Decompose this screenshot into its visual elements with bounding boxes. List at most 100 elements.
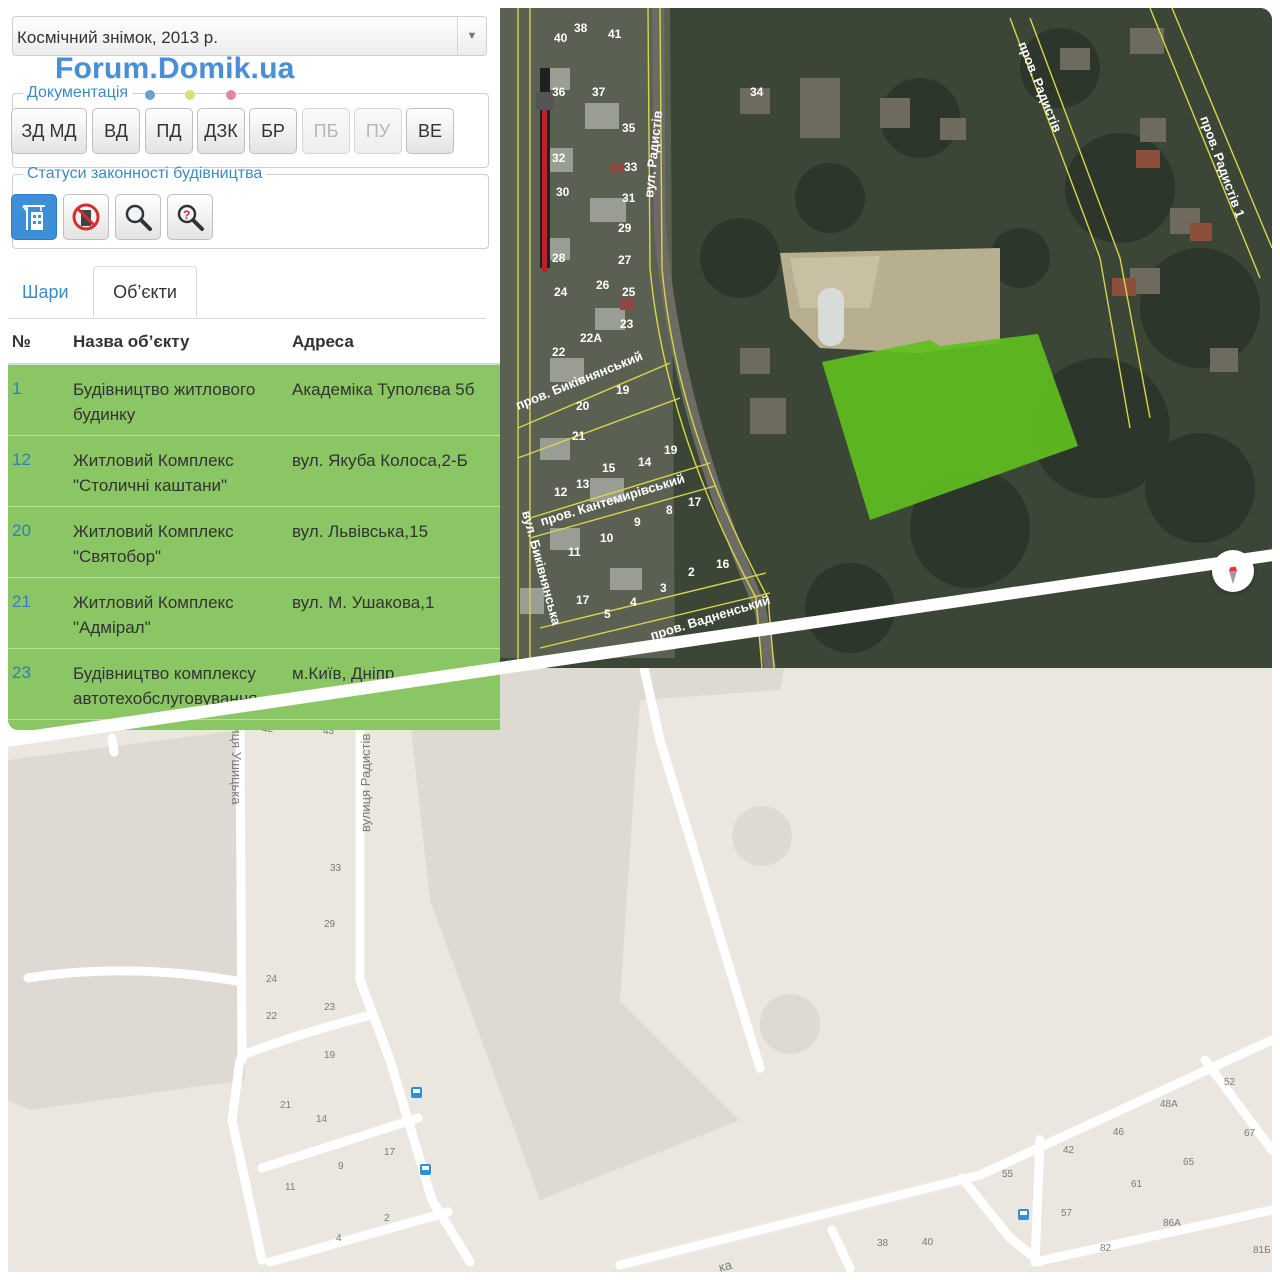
chevron-down-icon[interactable]: ▼ [457, 17, 486, 55]
bus-stop-icon[interactable] [411, 1087, 422, 1098]
status-button-inspection[interactable] [115, 194, 161, 240]
svg-text:86А: 86А [1163, 1218, 1181, 1229]
svg-text:17: 17 [384, 1147, 396, 1158]
svg-text:22: 22 [552, 345, 566, 359]
svg-text:9: 9 [634, 515, 641, 529]
svg-text:25: 25 [622, 285, 636, 299]
svg-text:15: 15 [602, 461, 616, 475]
crane-building-icon [22, 205, 45, 230]
svg-text:46: 46 [1113, 1127, 1125, 1138]
status-button-construction[interactable] [11, 194, 57, 240]
svg-text:4: 4 [336, 1233, 342, 1244]
svg-text:23: 23 [324, 1002, 336, 1013]
svg-text:22А: 22А [580, 331, 602, 345]
svg-text:21: 21 [572, 429, 586, 443]
doc-button-pu[interactable]: ПУ [354, 108, 402, 154]
svg-text:12: 12 [554, 485, 568, 499]
satellite-map[interactable]: вул. Радистів пров. Радистів пров. Радис… [500, 8, 1272, 668]
svg-text:61: 61 [1131, 1179, 1143, 1190]
statuses-legend: Статуси законності будівництва [27, 165, 263, 182]
tab-layers[interactable]: Шари [22, 266, 69, 318]
svg-text:14: 14 [638, 455, 652, 469]
svg-text:81Б: 81Б [1253, 1245, 1271, 1256]
svg-text:34: 34 [750, 85, 764, 99]
svg-text:41: 41 [608, 27, 622, 41]
col-header-num: № [12, 332, 31, 351]
svg-text:21: 21 [280, 1100, 292, 1111]
svg-text:9: 9 [338, 1161, 344, 1172]
status-button-prohibited[interactable] [63, 194, 109, 240]
svg-text:2: 2 [384, 1213, 390, 1224]
svg-text:14: 14 [316, 1114, 328, 1125]
layer-select[interactable]: Космічний знімок, 2013 р. ▼ [12, 16, 487, 56]
svg-text:10: 10 [600, 531, 614, 545]
magnifier-question-icon: ? [177, 204, 204, 231]
svg-text:82: 82 [1100, 1243, 1112, 1254]
doc-button-dzk[interactable]: ДЗК [197, 108, 245, 154]
svg-text:67: 67 [1244, 1128, 1256, 1139]
svg-text:?: ? [183, 208, 190, 222]
status-button-unknown[interactable]: ? [167, 194, 213, 240]
row-object-name: Житловий Комплекс "Святобор" [73, 522, 234, 566]
svg-text:32: 32 [552, 151, 566, 165]
svg-text:29: 29 [324, 919, 336, 930]
svg-text:2: 2 [688, 565, 695, 579]
doc-button-ve[interactable]: ВЕ [406, 108, 454, 154]
street-label-bottom: ка [717, 1257, 734, 1275]
row-number[interactable]: 1 [12, 379, 21, 399]
svg-text:42: 42 [1063, 1145, 1075, 1156]
row-number[interactable]: 12 [12, 450, 31, 470]
svg-text:11: 11 [285, 1182, 296, 1193]
svg-text:29: 29 [618, 221, 632, 235]
documentation-legend: Документація [27, 84, 129, 101]
compass-icon [1229, 558, 1237, 584]
svg-text:22: 22 [266, 1011, 278, 1022]
svg-text:48А: 48А [1160, 1099, 1178, 1110]
row-object-name: Житловий Комплекс "Адмірал" [73, 593, 234, 637]
svg-text:20: 20 [576, 399, 590, 413]
compass-button[interactable] [1212, 550, 1254, 592]
svg-text:13: 13 [576, 477, 590, 491]
table-row[interactable]: 12 Житловий Комплекс "Столичні каштани" … [8, 436, 500, 507]
svg-text:16: 16 [716, 557, 730, 571]
bus-stop-icon[interactable] [1018, 1209, 1029, 1220]
row-number[interactable]: 23 [12, 663, 31, 683]
row-object-name: Будівництво житлового будинку [73, 380, 256, 424]
table-row[interactable]: 1 Будівництво житлового будинку Академік… [8, 365, 500, 436]
doc-button-pd[interactable]: ПД [145, 108, 193, 154]
svg-text:19: 19 [324, 1050, 336, 1061]
row-number[interactable]: 20 [12, 521, 31, 541]
row-number[interactable]: 21 [12, 592, 31, 612]
table-row[interactable]: 23 Будівництво комплексу автотехобслугов… [8, 649, 500, 720]
row-address: вул. М. Ушакова,1 [292, 593, 435, 612]
svg-text:33: 33 [624, 160, 638, 174]
magnifier-icon [125, 204, 152, 231]
svg-text:55: 55 [1002, 1169, 1014, 1180]
svg-text:19: 19 [616, 383, 630, 397]
svg-text:30: 30 [556, 185, 570, 199]
svg-text:37: 37 [592, 85, 606, 99]
tab-objects[interactable]: Об’єкти [93, 266, 197, 318]
svg-text:27: 27 [618, 253, 632, 267]
table-header: № Назва об’єкту Адреса [8, 319, 500, 365]
svg-text:36: 36 [552, 85, 566, 99]
doc-button-br[interactable]: БР [249, 108, 297, 154]
col-header-name: Назва об’єкту [73, 332, 190, 351]
svg-text:65: 65 [1183, 1157, 1195, 1168]
watermark: Forum.Domik.ua [55, 52, 295, 85]
doc-button-zd-md[interactable]: ЗД МД [11, 108, 87, 154]
svg-text:4: 4 [630, 595, 637, 609]
table-row[interactable]: 21 Житловий Комплекс "Адмірал" вул. М. У… [8, 578, 500, 649]
doc-button-vd[interactable]: ВД [92, 108, 140, 154]
svg-text:40: 40 [922, 1237, 934, 1248]
svg-text:33: 33 [330, 863, 342, 874]
table-row[interactable]: 20 Житловий Комплекс "Святобор" вул. Льв… [8, 507, 500, 578]
street-label-radystiv: вулиця Радистів [358, 734, 373, 832]
bus-stop-icon[interactable] [420, 1164, 431, 1175]
row-address: вул. Якуба Колоса,2-Б [292, 451, 468, 470]
legend-dot-yellow [185, 90, 195, 100]
svg-text:35: 35 [622, 121, 636, 135]
doc-button-pb[interactable]: ПБ [302, 108, 350, 154]
svg-text:38: 38 [574, 21, 588, 35]
row-address: Академіка Туполєва 5б [292, 380, 475, 399]
